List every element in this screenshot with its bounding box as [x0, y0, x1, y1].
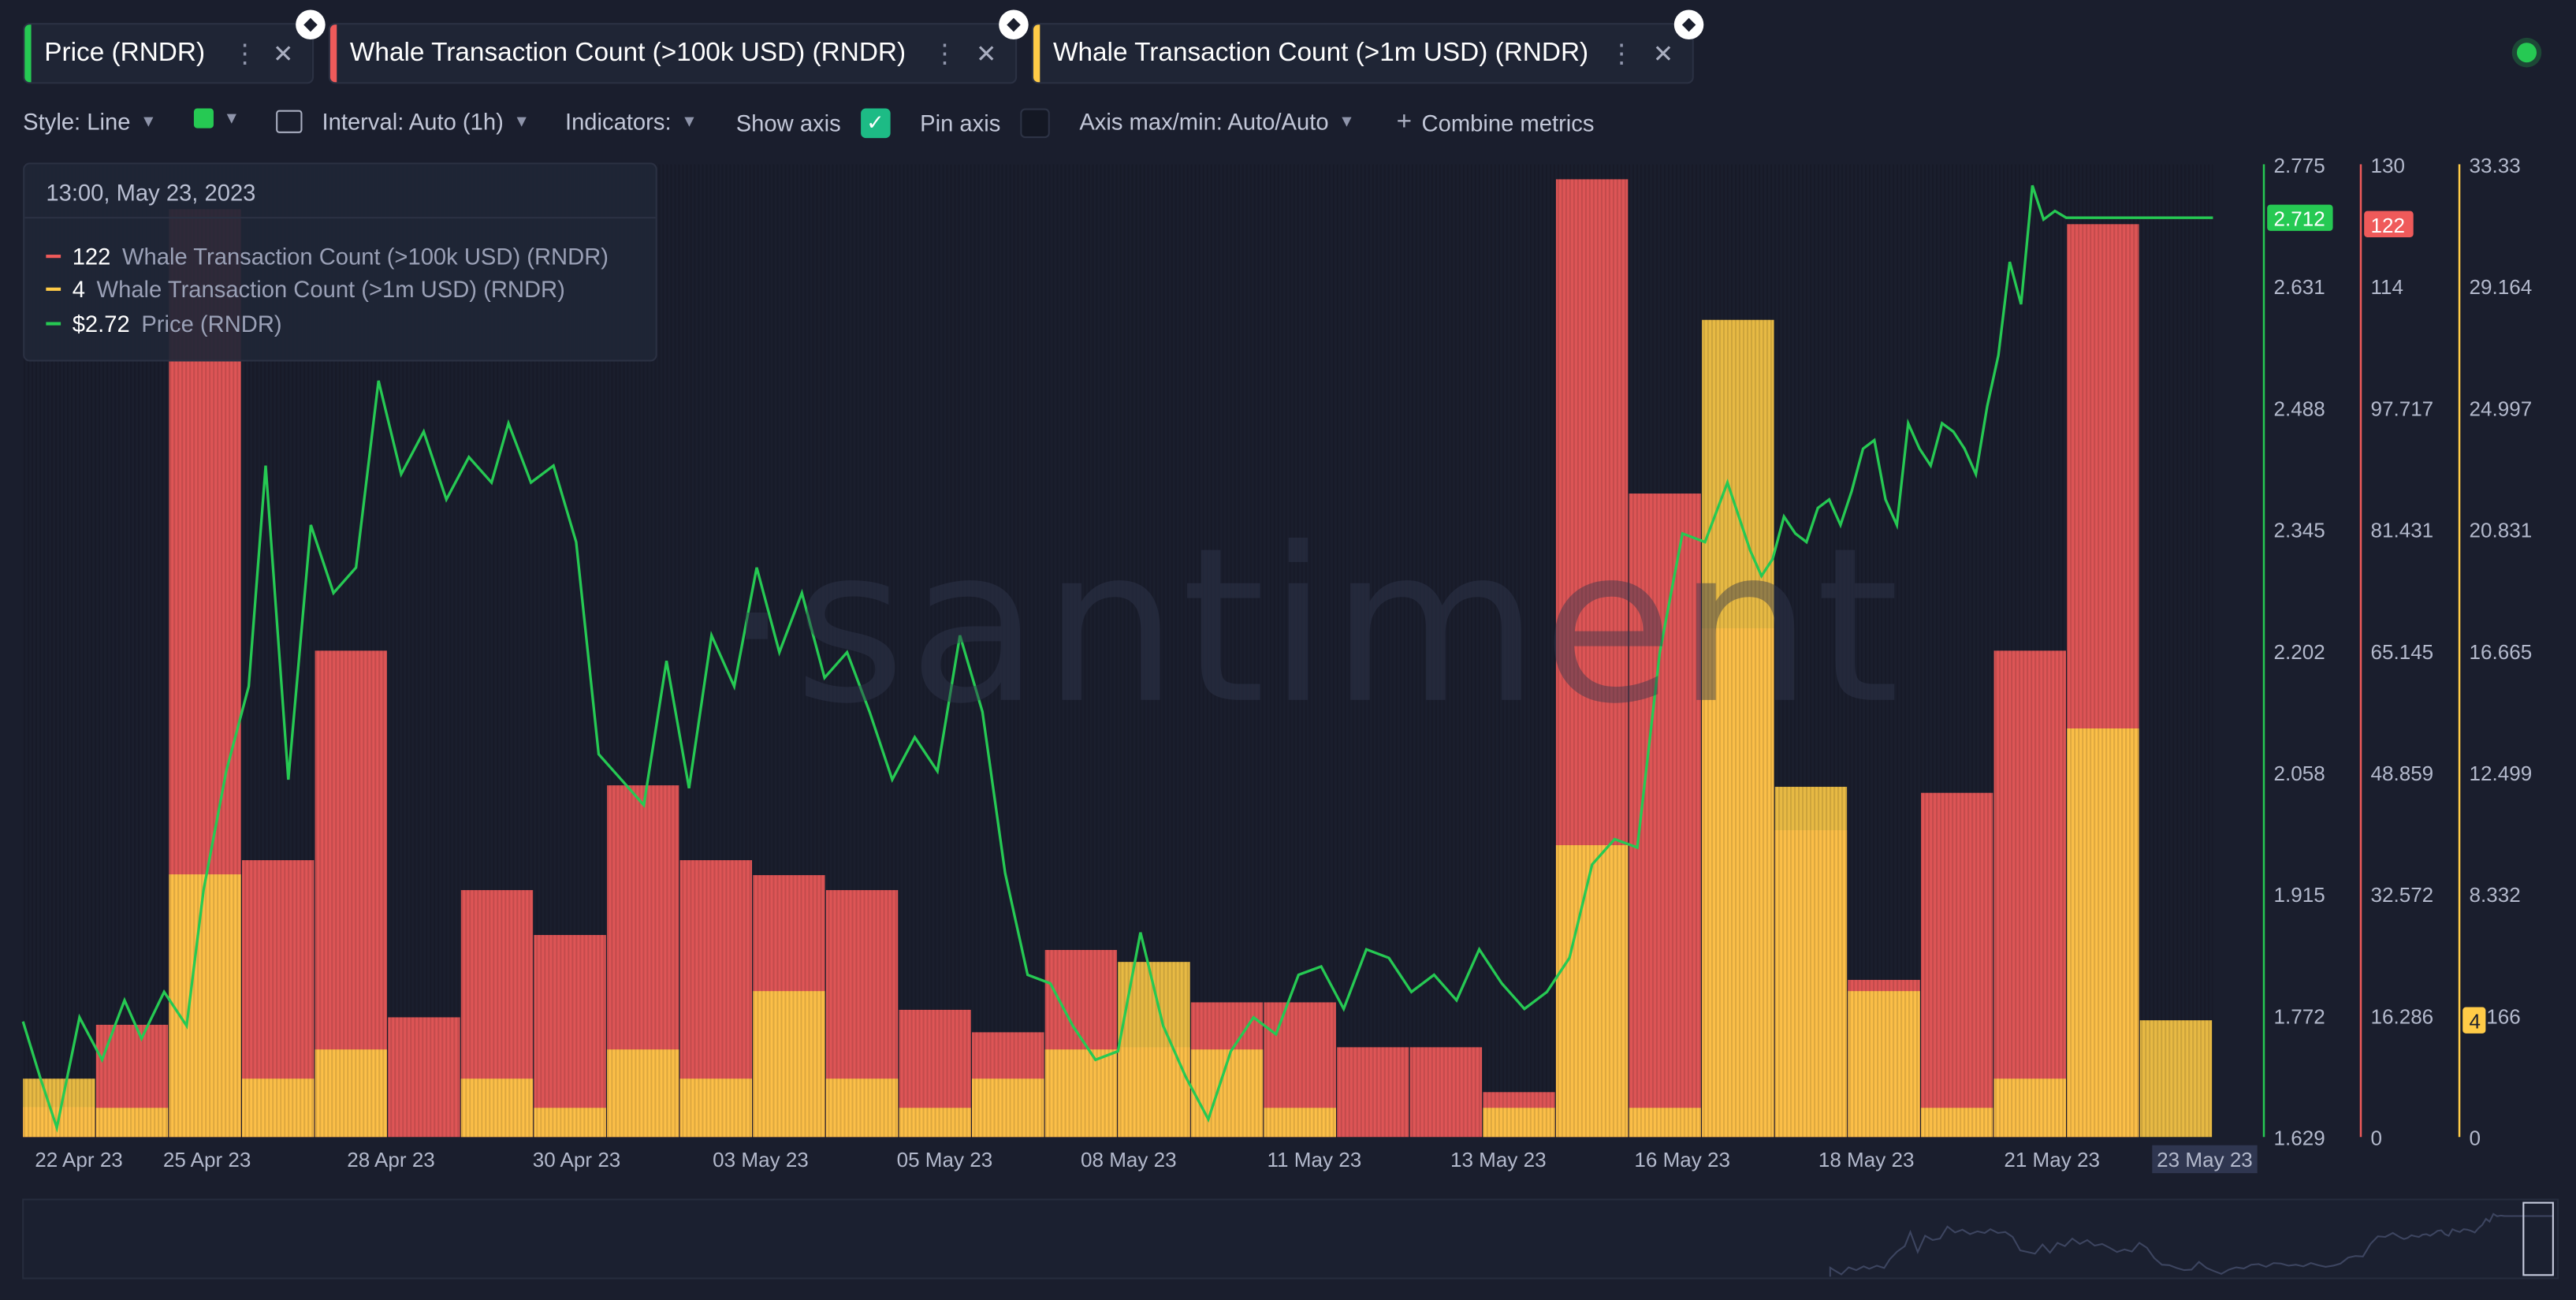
- x-tick-label: 03 May 23: [713, 1148, 809, 1171]
- axis-tick-label: 130: [2371, 154, 2405, 177]
- chart-tooltip: 13:00, May 23, 2023 122 Whale Transactio…: [23, 162, 657, 362]
- axis-tick-label: 8.332: [2470, 883, 2521, 907]
- axis-tick-label: 1.772: [2274, 1004, 2325, 1028]
- series-dash: [46, 322, 61, 326]
- current-value-label: 4: [2470, 1010, 2481, 1034]
- axis-tick-label: 16.665: [2470, 640, 2533, 664]
- axis-tick-label: 65.145: [2371, 640, 2434, 664]
- axis-tick-label: 32.572: [2371, 883, 2434, 907]
- navigator-panel[interactable]: [22, 1198, 2559, 1280]
- x-tick-label: 23 May 23: [2157, 1148, 2253, 1171]
- x-tick-label: 18 May 23: [1818, 1148, 1915, 1171]
- axis-tick-label: 29.164: [2470, 275, 2533, 299]
- axis-tick-label: 1.915: [2274, 883, 2325, 907]
- tooltip-value: 122: [72, 243, 111, 270]
- axis-tick-label: 2.488: [2274, 397, 2325, 420]
- axis-tick-label: 97.717: [2371, 397, 2434, 420]
- axis-tick-label: 2.345: [2274, 519, 2325, 542]
- tooltip-value: 4: [72, 276, 85, 303]
- axis-tick-label: 81.431: [2371, 519, 2434, 542]
- tooltip-row: 4 Whale Transaction Count (>1m USD) (RND…: [46, 276, 565, 303]
- tooltip-series-name: Whale Transaction Count (>100k USD) (RND…: [121, 243, 609, 270]
- axis-tick-label: 0: [2470, 1127, 2481, 1150]
- axis-tick-label: 1.629: [2274, 1127, 2325, 1150]
- axis-tick-label: 2.058: [2274, 762, 2325, 785]
- axis-tick-label: 16.286: [2371, 1004, 2434, 1028]
- axis-tick-label: 48.859: [2371, 762, 2434, 785]
- x-tick-label: 05 May 23: [897, 1148, 993, 1171]
- axis-tick-label: 33.33: [2470, 154, 2521, 177]
- current-value-label: 2.712: [2274, 207, 2325, 231]
- tooltip-row: 122 Whale Transaction Count (>100k USD) …: [46, 243, 609, 270]
- series-dash: [46, 255, 61, 259]
- axis-tick-label: 20.831: [2470, 519, 2533, 542]
- axis-tick-label: 2.631: [2274, 275, 2325, 299]
- current-value-label: 122: [2371, 214, 2405, 237]
- tooltip-series-name: Whale Transaction Count (>1m USD) (RNDR): [96, 276, 565, 303]
- axis-tick-label: 12.499: [2470, 762, 2533, 785]
- axis-tick-label: 24.997: [2470, 397, 2533, 420]
- x-tick-label: 28 Apr 23: [347, 1148, 435, 1171]
- watermark: ·santiment: [723, 501, 1903, 751]
- axis-tick-label: 2.202: [2274, 640, 2325, 664]
- axis-tick-label: 2.775: [2274, 154, 2325, 177]
- axis-tick-label: 0: [2371, 1127, 2383, 1150]
- x-tick-label: 21 May 23: [2004, 1148, 2100, 1171]
- x-tick-label: 13 May 23: [1450, 1148, 1547, 1171]
- tooltip-datetime: 13:00, May 23, 2023: [24, 164, 656, 219]
- x-tick-label: 11 May 23: [1268, 1148, 1362, 1171]
- x-tick-label: 08 May 23: [1081, 1148, 1177, 1171]
- tooltip-row: $2.72 Price (RNDR): [46, 310, 282, 337]
- tooltip-series-name: Price (RNDR): [141, 310, 282, 337]
- x-tick-label: 16 May 23: [1634, 1148, 1730, 1171]
- x-tick-label: 25 Apr 23: [163, 1148, 251, 1171]
- series-dash: [46, 287, 61, 291]
- axis-tick-label: 114: [2371, 275, 2404, 299]
- x-tick-label: 30 Apr 23: [533, 1148, 621, 1171]
- tooltip-value: $2.72: [72, 310, 130, 337]
- x-tick-label: 22 Apr 23: [35, 1148, 123, 1171]
